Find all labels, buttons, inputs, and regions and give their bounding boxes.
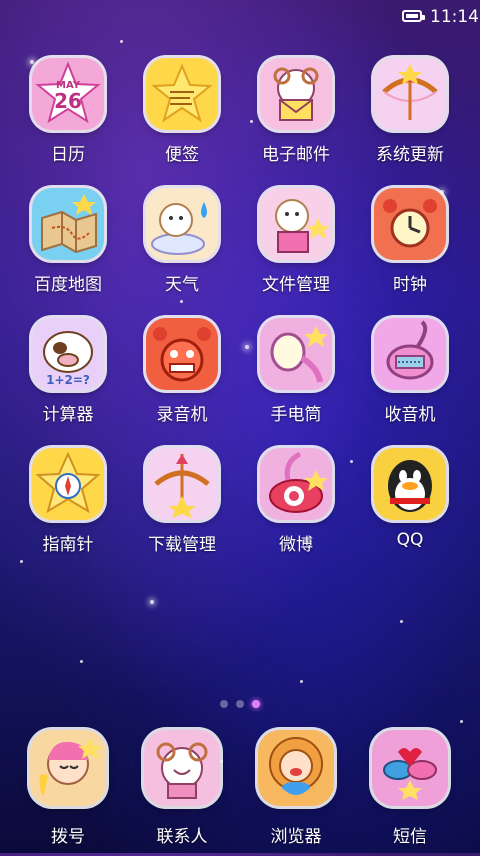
app-weather[interactable]: 天气 [124,188,240,314]
weather-icon [146,188,218,260]
app-calendar[interactable]: MAY 26 日历 [10,58,126,184]
weibo-icon [260,448,332,520]
app-label: 天气 [165,275,199,295]
app-label: 文件管理 [262,275,330,295]
app-label: 便签 [165,145,199,165]
app-qq[interactable]: QQ [352,448,468,574]
battery-icon [402,10,425,22]
app-compass[interactable]: 指南针 [10,448,126,574]
notes-icon [146,58,218,130]
system-update-icon [374,58,446,130]
clock-icon [374,188,446,260]
app-notes[interactable]: 便签 [124,58,240,184]
app-label: QQ [396,530,424,550]
status-time: 11:14 [430,7,479,27]
page-dot[interactable] [220,700,228,708]
app-label: 日历 [51,145,85,165]
status-bar: 11:14 [0,0,480,36]
app-calculator[interactable]: 1+2=? 计算器 [10,318,126,444]
page-dot[interactable] [236,700,244,708]
app-label: 微博 [279,535,313,555]
recorder-icon [146,318,218,390]
app-label: 指南针 [42,535,94,555]
app-file-manager[interactable]: 文件管理 [238,188,354,314]
app-flashlight[interactable]: 手电筒 [238,318,354,444]
app-label: 短信 [393,827,427,847]
phone-dialer-icon [30,730,106,806]
app-label: 下载管理 [148,535,216,555]
sms-icon [372,730,448,806]
app-baidu-map[interactable]: 百度地图 [10,188,126,314]
app-label: 收音机 [384,405,436,425]
calculator-icon: 1+2=? [32,318,104,390]
app-label: 电子邮件 [262,145,330,165]
app-label: 录音机 [156,405,208,425]
app-weibo[interactable]: 微博 [238,448,354,574]
app-radio[interactable]: 收音机 [352,318,468,444]
flashlight-icon [260,318,332,390]
app-download-manager[interactable]: 下载管理 [124,448,240,574]
calendar-icon: MAY 26 [32,58,104,130]
app-clock[interactable]: 时钟 [352,188,468,314]
app-label: 计算器 [42,405,94,425]
map-icon [32,188,104,260]
page-dot-active[interactable] [252,700,260,708]
email-icon [260,58,332,130]
app-label: 联系人 [156,827,208,847]
dock-browser[interactable]: 浏览器 [238,730,354,856]
page-indicator [218,700,266,710]
calculator-expression: 1+2=? [46,373,90,387]
radio-icon [374,318,446,390]
dock-contacts[interactable]: 联系人 [124,730,240,856]
app-label: 手电筒 [270,405,322,425]
app-label: 系统更新 [376,145,444,165]
download-manager-icon [146,448,218,520]
app-label: 时钟 [393,275,427,295]
contacts-icon [144,730,220,806]
dock-phone[interactable]: 拨号 [10,730,126,856]
app-recorder[interactable]: 录音机 [124,318,240,444]
dock-sms[interactable]: 短信 [352,730,468,856]
compass-icon [32,448,104,520]
qq-icon [374,448,446,520]
app-label: 拨号 [51,827,85,847]
browser-icon [258,730,334,806]
calendar-day: 26 [54,89,82,113]
app-label: 百度地图 [34,275,102,295]
file-manager-icon [260,188,332,260]
app-email[interactable]: 电子邮件 [238,58,354,184]
app-system-update[interactable]: 系统更新 [352,58,468,184]
app-label: 浏览器 [270,827,322,847]
